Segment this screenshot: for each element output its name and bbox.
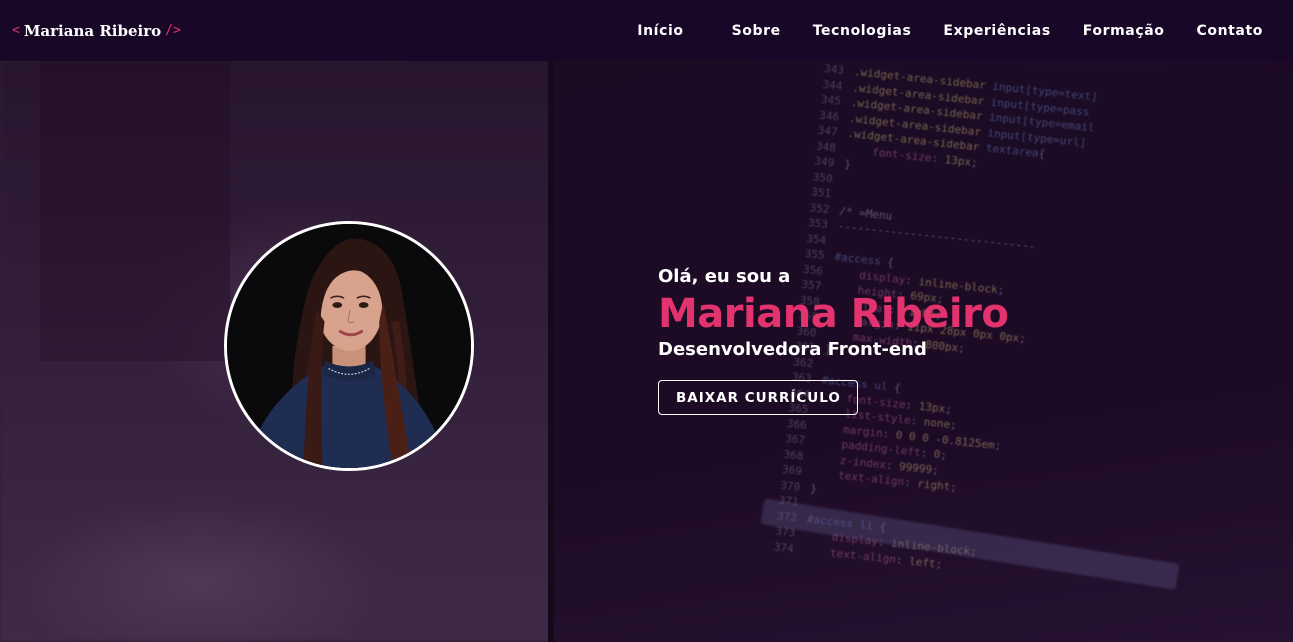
nav-item-tecnologias[interactable]: Tecnologias <box>813 23 912 39</box>
hero-role: Desenvolvedora Front-end <box>658 339 927 360</box>
hero-overlay <box>0 61 1293 642</box>
download-cv-button[interactable]: BAIXAR CURRÍCULO <box>658 380 858 415</box>
navbar: < Mariana Ribeiro /> Início Sobre Tecnol… <box>0 0 1293 61</box>
logo-open-bracket: < <box>12 23 20 38</box>
hero-intro: Olá, eu sou a Mariana Ribeiro Desenvolve… <box>658 266 1009 415</box>
nav-item-sobre[interactable]: Sobre <box>732 23 781 39</box>
nav-item-inicio[interactable]: Início <box>637 23 683 39</box>
main-nav: Início Sobre Tecnologias Experiências Fo… <box>637 23 1263 39</box>
nav-item-contato[interactable]: Contato <box>1196 23 1263 39</box>
site-logo[interactable]: < Mariana Ribeiro /> <box>12 22 181 40</box>
hero-name: Mariana Ribeiro <box>658 291 1009 337</box>
logo-close-bracket: /> <box>165 23 181 38</box>
profile-photo <box>224 221 474 471</box>
nav-item-experiencias[interactable]: Experiências <box>943 23 1050 39</box>
nav-item-formacao[interactable]: Formação <box>1083 23 1165 39</box>
logo-name: Mariana Ribeiro <box>23 21 162 40</box>
hero-greeting: Olá, eu sou a <box>658 266 791 287</box>
hero-section: 343 .widget-area-sidebar input[type=text]… <box>0 61 1293 642</box>
